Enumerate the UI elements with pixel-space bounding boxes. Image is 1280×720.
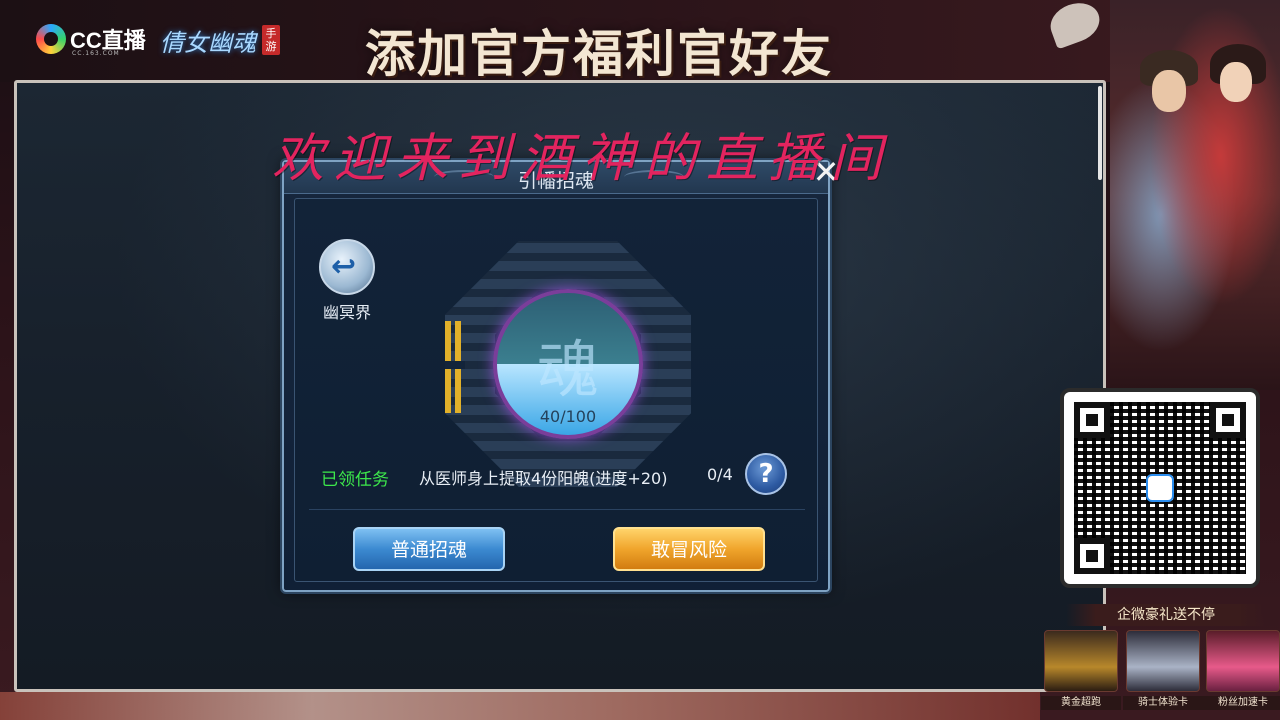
- active-trigram: [445, 321, 465, 413]
- task-count: 0/4: [707, 465, 733, 484]
- hero-character-art: [1110, 0, 1280, 390]
- take-risk-button[interactable]: 敢冒风险: [613, 527, 765, 571]
- underworld-label: 幽冥界: [322, 303, 371, 322]
- promo-label-car: 黄金超跑: [1041, 696, 1121, 710]
- divider: [309, 509, 805, 510]
- promo-fan-card-image: [1206, 630, 1280, 692]
- task-description: 从医师身上提取4份阳魄(进度+20): [419, 469, 668, 488]
- return-arrow-icon: ↩: [331, 249, 357, 284]
- cc-logo-icon: [36, 24, 66, 54]
- dialog-content: ↩ 幽冥界 魂 40/100 已领任务 从医师身上提取4份阳魄(进度+20) 0…: [294, 198, 818, 582]
- bottom-decoration: [0, 692, 1040, 720]
- qr-finder-top-left: [1074, 402, 1110, 438]
- task-status: 已领任务: [321, 470, 389, 490]
- promo-title: 企微豪礼送不停: [1066, 604, 1266, 626]
- hero-female-face: [1220, 62, 1252, 102]
- game-logo-tag: 手游: [262, 25, 280, 55]
- qr-finder-top-right: [1210, 402, 1246, 438]
- qr-finder-bottom-left: [1074, 538, 1110, 574]
- soul-summon-dialog: 引幡招魂 ✕ ↩ 幽冥界 魂 40/100 已领任务 从医师身上提取4份阳魄(进…: [282, 154, 839, 592]
- promo-label-knight: 骑士体验卡: [1123, 696, 1203, 710]
- game-logo-text: 倩女幽魂: [160, 28, 256, 57]
- promo-gold-car-image: [1044, 630, 1118, 692]
- cc-live-logo: CC直播 CC.163.COM: [36, 24, 146, 57]
- bagua-diagram: 魂 40/100: [445, 241, 691, 487]
- underworld-back-button[interactable]: ↩: [319, 239, 375, 295]
- qr-pattern: [1074, 402, 1246, 574]
- soul-glyph: 魂: [536, 333, 599, 406]
- cc-logo-url: CC.163.COM: [72, 50, 120, 57]
- help-button[interactable]: ?: [745, 453, 787, 495]
- promo-knight-card-image: [1126, 630, 1200, 692]
- qr-code: [1060, 388, 1260, 588]
- game-logo: 倩女幽魂 手游: [160, 20, 310, 60]
- promo-label-fan: 粉丝加速卡: [1203, 696, 1280, 710]
- wecom-logo-icon: [1146, 474, 1174, 502]
- hero-male-face: [1152, 70, 1186, 112]
- normal-summon-button[interactable]: 普通招魂: [353, 527, 505, 571]
- banner-headline: 添加官方福利官好友: [365, 24, 833, 83]
- soul-progress: 40/100: [539, 407, 597, 426]
- soul-orb: 魂 40/100: [493, 289, 643, 439]
- welcome-overlay-text: 欢迎来到酒神的直播间: [272, 129, 893, 189]
- scrollbar[interactable]: [1098, 86, 1102, 180]
